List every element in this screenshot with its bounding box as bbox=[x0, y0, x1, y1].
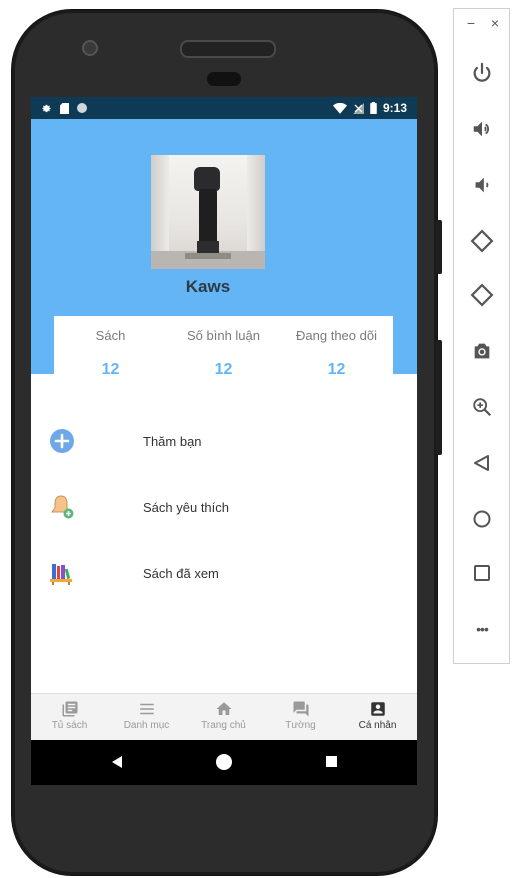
menu-item-favorite-books[interactable]: Sách yêu thích bbox=[31, 487, 417, 527]
screenshot-button[interactable] bbox=[468, 337, 496, 365]
sd-card-icon bbox=[60, 102, 69, 114]
stat-label: Đang theo dõi bbox=[296, 328, 377, 343]
recents-icon[interactable] bbox=[326, 756, 337, 767]
power-toggle-button[interactable] bbox=[468, 59, 496, 87]
volume-up-button[interactable] bbox=[468, 115, 496, 143]
home-circle-outline-icon bbox=[473, 510, 491, 528]
overview-button[interactable] bbox=[468, 559, 496, 587]
volume-rocker bbox=[436, 340, 442, 455]
nav-tab-wall[interactable]: Tường bbox=[262, 694, 339, 740]
rotate-right-icon bbox=[470, 283, 494, 307]
proximity-sensor bbox=[207, 72, 241, 86]
stat-value: 12 bbox=[101, 361, 120, 378]
nav-label: Tủ sách bbox=[51, 720, 88, 731]
volume-up-icon bbox=[473, 121, 490, 137]
bell-plus-icon bbox=[51, 495, 74, 519]
nav-label: Tường bbox=[285, 720, 316, 731]
triangle-back-icon bbox=[474, 455, 489, 471]
avatar[interactable] bbox=[151, 155, 265, 269]
volume-down-button[interactable] bbox=[468, 171, 496, 199]
status-bar: 9:13 bbox=[31, 97, 417, 119]
battery-icon bbox=[370, 102, 377, 114]
camera-icon bbox=[474, 343, 490, 359]
stat-label: Sách bbox=[95, 328, 126, 343]
username: Kaws bbox=[185, 277, 231, 296]
circle-icon bbox=[77, 103, 87, 113]
home-circle-icon[interactable] bbox=[215, 753, 233, 771]
stat-value: 12 bbox=[214, 361, 233, 378]
gear-icon bbox=[42, 104, 51, 112]
emulator-side-panel: − × ••• bbox=[453, 8, 510, 664]
more-options-button[interactable]: ••• bbox=[468, 615, 496, 643]
nav-tab-categories[interactable]: Danh mục bbox=[108, 694, 185, 740]
stat-value: 12 bbox=[327, 361, 346, 378]
library-icon bbox=[62, 701, 77, 717]
menu-item-label: Sách yêu thích bbox=[143, 499, 229, 515]
front-camera bbox=[82, 40, 98, 56]
power-icon bbox=[473, 62, 491, 82]
nav-tab-home[interactable]: Trang chủ bbox=[185, 694, 262, 740]
rotate-right-button[interactable] bbox=[468, 281, 496, 309]
home-icon bbox=[216, 702, 231, 715]
nav-label: Trang chủ bbox=[201, 720, 246, 731]
rotate-left-button[interactable] bbox=[468, 227, 496, 255]
back-icon[interactable] bbox=[111, 756, 123, 768]
menu-item-label: Sách đã xem bbox=[143, 565, 219, 581]
zoom-button[interactable] bbox=[468, 393, 496, 421]
plus-circle-icon bbox=[50, 429, 74, 453]
system-navigation-bar bbox=[31, 740, 417, 785]
chat-icon bbox=[293, 701, 308, 717]
nav-tab-profile[interactable]: Cá nhân bbox=[339, 694, 416, 740]
menu-icon bbox=[139, 703, 154, 715]
menu-item-viewed-books[interactable]: Sách đã xem bbox=[31, 553, 417, 593]
menu-item-visit-friends[interactable]: Thăm bạn bbox=[31, 421, 417, 461]
no-signal-icon bbox=[352, 102, 364, 114]
status-time: 9:13 bbox=[382, 101, 407, 115]
nav-label: Cá nhân bbox=[358, 720, 397, 731]
earpiece-speaker bbox=[180, 40, 276, 58]
stat-books[interactable]: Sách 12 bbox=[54, 316, 167, 379]
volume-down-icon bbox=[475, 177, 489, 193]
stat-comments[interactable]: Số bình luận 12 bbox=[167, 316, 280, 379]
rotate-left-icon bbox=[470, 229, 494, 253]
back-button[interactable] bbox=[468, 449, 496, 477]
minimize-button[interactable]: − bbox=[462, 15, 480, 31]
home-button[interactable] bbox=[468, 505, 496, 533]
nav-label: Danh mục bbox=[123, 720, 170, 731]
device-screen: 9:13 Kaws Sách 12 Số bình luận 12 Đang t… bbox=[31, 97, 417, 785]
zoom-in-icon bbox=[473, 398, 492, 417]
wifi-icon bbox=[332, 102, 347, 114]
stat-following[interactable]: Đang theo dõi 12 bbox=[280, 316, 393, 379]
stat-label: Số bình luận bbox=[186, 328, 260, 343]
menu-item-label: Thăm bạn bbox=[143, 433, 202, 449]
bookshelf-icon bbox=[50, 564, 72, 585]
stats-card: Sách 12 Số bình luận 12 Đang theo dõi 12 bbox=[54, 316, 393, 396]
square-outline-icon bbox=[474, 565, 490, 581]
profile-icon bbox=[370, 702, 385, 716]
power-button bbox=[436, 220, 442, 274]
close-button[interactable]: × bbox=[486, 15, 504, 31]
nav-tab-library[interactable]: Tủ sách bbox=[31, 694, 108, 740]
bottom-navigation: Tủ sách Danh mục Trang chủ Tường Cá nhân bbox=[31, 693, 417, 740]
